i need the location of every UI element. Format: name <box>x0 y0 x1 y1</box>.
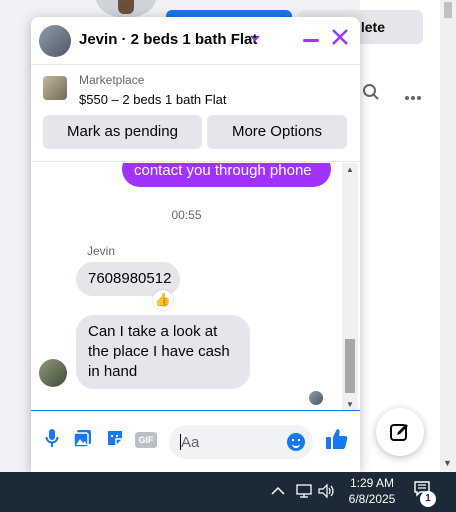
microphone-icon[interactable] <box>41 428 63 450</box>
contact-avatar[interactable] <box>39 25 71 57</box>
sender-avatar[interactable] <box>39 359 67 387</box>
more-options-button[interactable]: More Options <box>207 115 347 149</box>
network-icon[interactable] <box>296 483 312 502</box>
listing-title[interactable]: $550 – 2 beds 1 bath Flat <box>79 92 226 107</box>
clock-time: 1:29 AM <box>349 476 395 490</box>
minimize-icon[interactable] <box>303 39 319 42</box>
outgoing-message[interactable]: contact you through phone <box>122 163 331 187</box>
scroll-down-arrow-icon[interactable]: ▼ <box>346 400 354 409</box>
search-icon[interactable] <box>362 83 380 106</box>
incoming-message[interactable]: Can I take a look at the place I have ca… <box>76 315 250 389</box>
message-thread: contact you through phone 00:55 Jevin 76… <box>31 163 342 410</box>
volume-icon[interactable] <box>318 483 336 502</box>
chat-title[interactable]: Jevin · 2 beds 1 bath Flat <box>79 31 257 48</box>
more-icon[interactable] <box>404 86 422 107</box>
delete-button-label: lete <box>360 19 385 35</box>
thumbs-up-icon[interactable] <box>325 427 349 457</box>
compose-icon <box>390 422 410 442</box>
page-scrollbar[interactable]: ▼ <box>440 0 456 472</box>
listing-thumbnail[interactable] <box>43 76 67 100</box>
photo-icon[interactable] <box>72 428 94 450</box>
marketplace-panel: Marketplace $550 – 2 beds 1 bath Flat Ma… <box>31 66 360 162</box>
close-icon[interactable] <box>331 28 349 50</box>
mark-as-pending-button[interactable]: Mark as pending <box>43 115 202 149</box>
message-composer: GIF Aa <box>31 410 360 472</box>
message-input[interactable]: Aa <box>169 425 313 459</box>
gif-icon[interactable]: GIF <box>135 432 157 448</box>
seen-indicator-avatar <box>309 391 323 405</box>
scroll-down-arrow-icon[interactable]: ▼ <box>443 458 452 468</box>
new-message-button[interactable] <box>376 408 424 456</box>
chevron-up-icon[interactable] <box>271 484 285 499</box>
page-scrollbar-thumb[interactable] <box>444 2 452 18</box>
background-panel <box>360 0 440 472</box>
chat-scrollbar-thumb[interactable] <box>345 339 355 393</box>
chevron-down-icon[interactable] <box>249 31 261 47</box>
system-clock[interactable]: 1:29 AM 6/8/2025 <box>346 475 398 507</box>
taskbar: 1:29 AM 6/8/2025 1 <box>0 472 456 512</box>
sticker-icon[interactable] <box>104 428 126 450</box>
notification-count-badge: 1 <box>420 491 436 507</box>
chat-scrollbar[interactable]: ▲ ▼ <box>342 163 358 410</box>
chat-window: Jevin · 2 beds 1 bath Flat Marketplace $… <box>31 17 360 472</box>
marketplace-label: Marketplace <box>79 73 145 87</box>
sender-name: Jevin <box>87 244 116 258</box>
chat-header: Jevin · 2 beds 1 bath Flat <box>31 17 360 65</box>
thumbs-up-reaction-icon[interactable]: 👍 <box>153 290 173 310</box>
emoji-icon[interactable] <box>287 433 305 451</box>
message-timestamp: 00:55 <box>171 208 202 222</box>
scroll-up-arrow-icon[interactable]: ▲ <box>346 165 354 174</box>
clock-date: 6/8/2025 <box>348 492 396 506</box>
message-input-placeholder: Aa <box>181 434 200 451</box>
